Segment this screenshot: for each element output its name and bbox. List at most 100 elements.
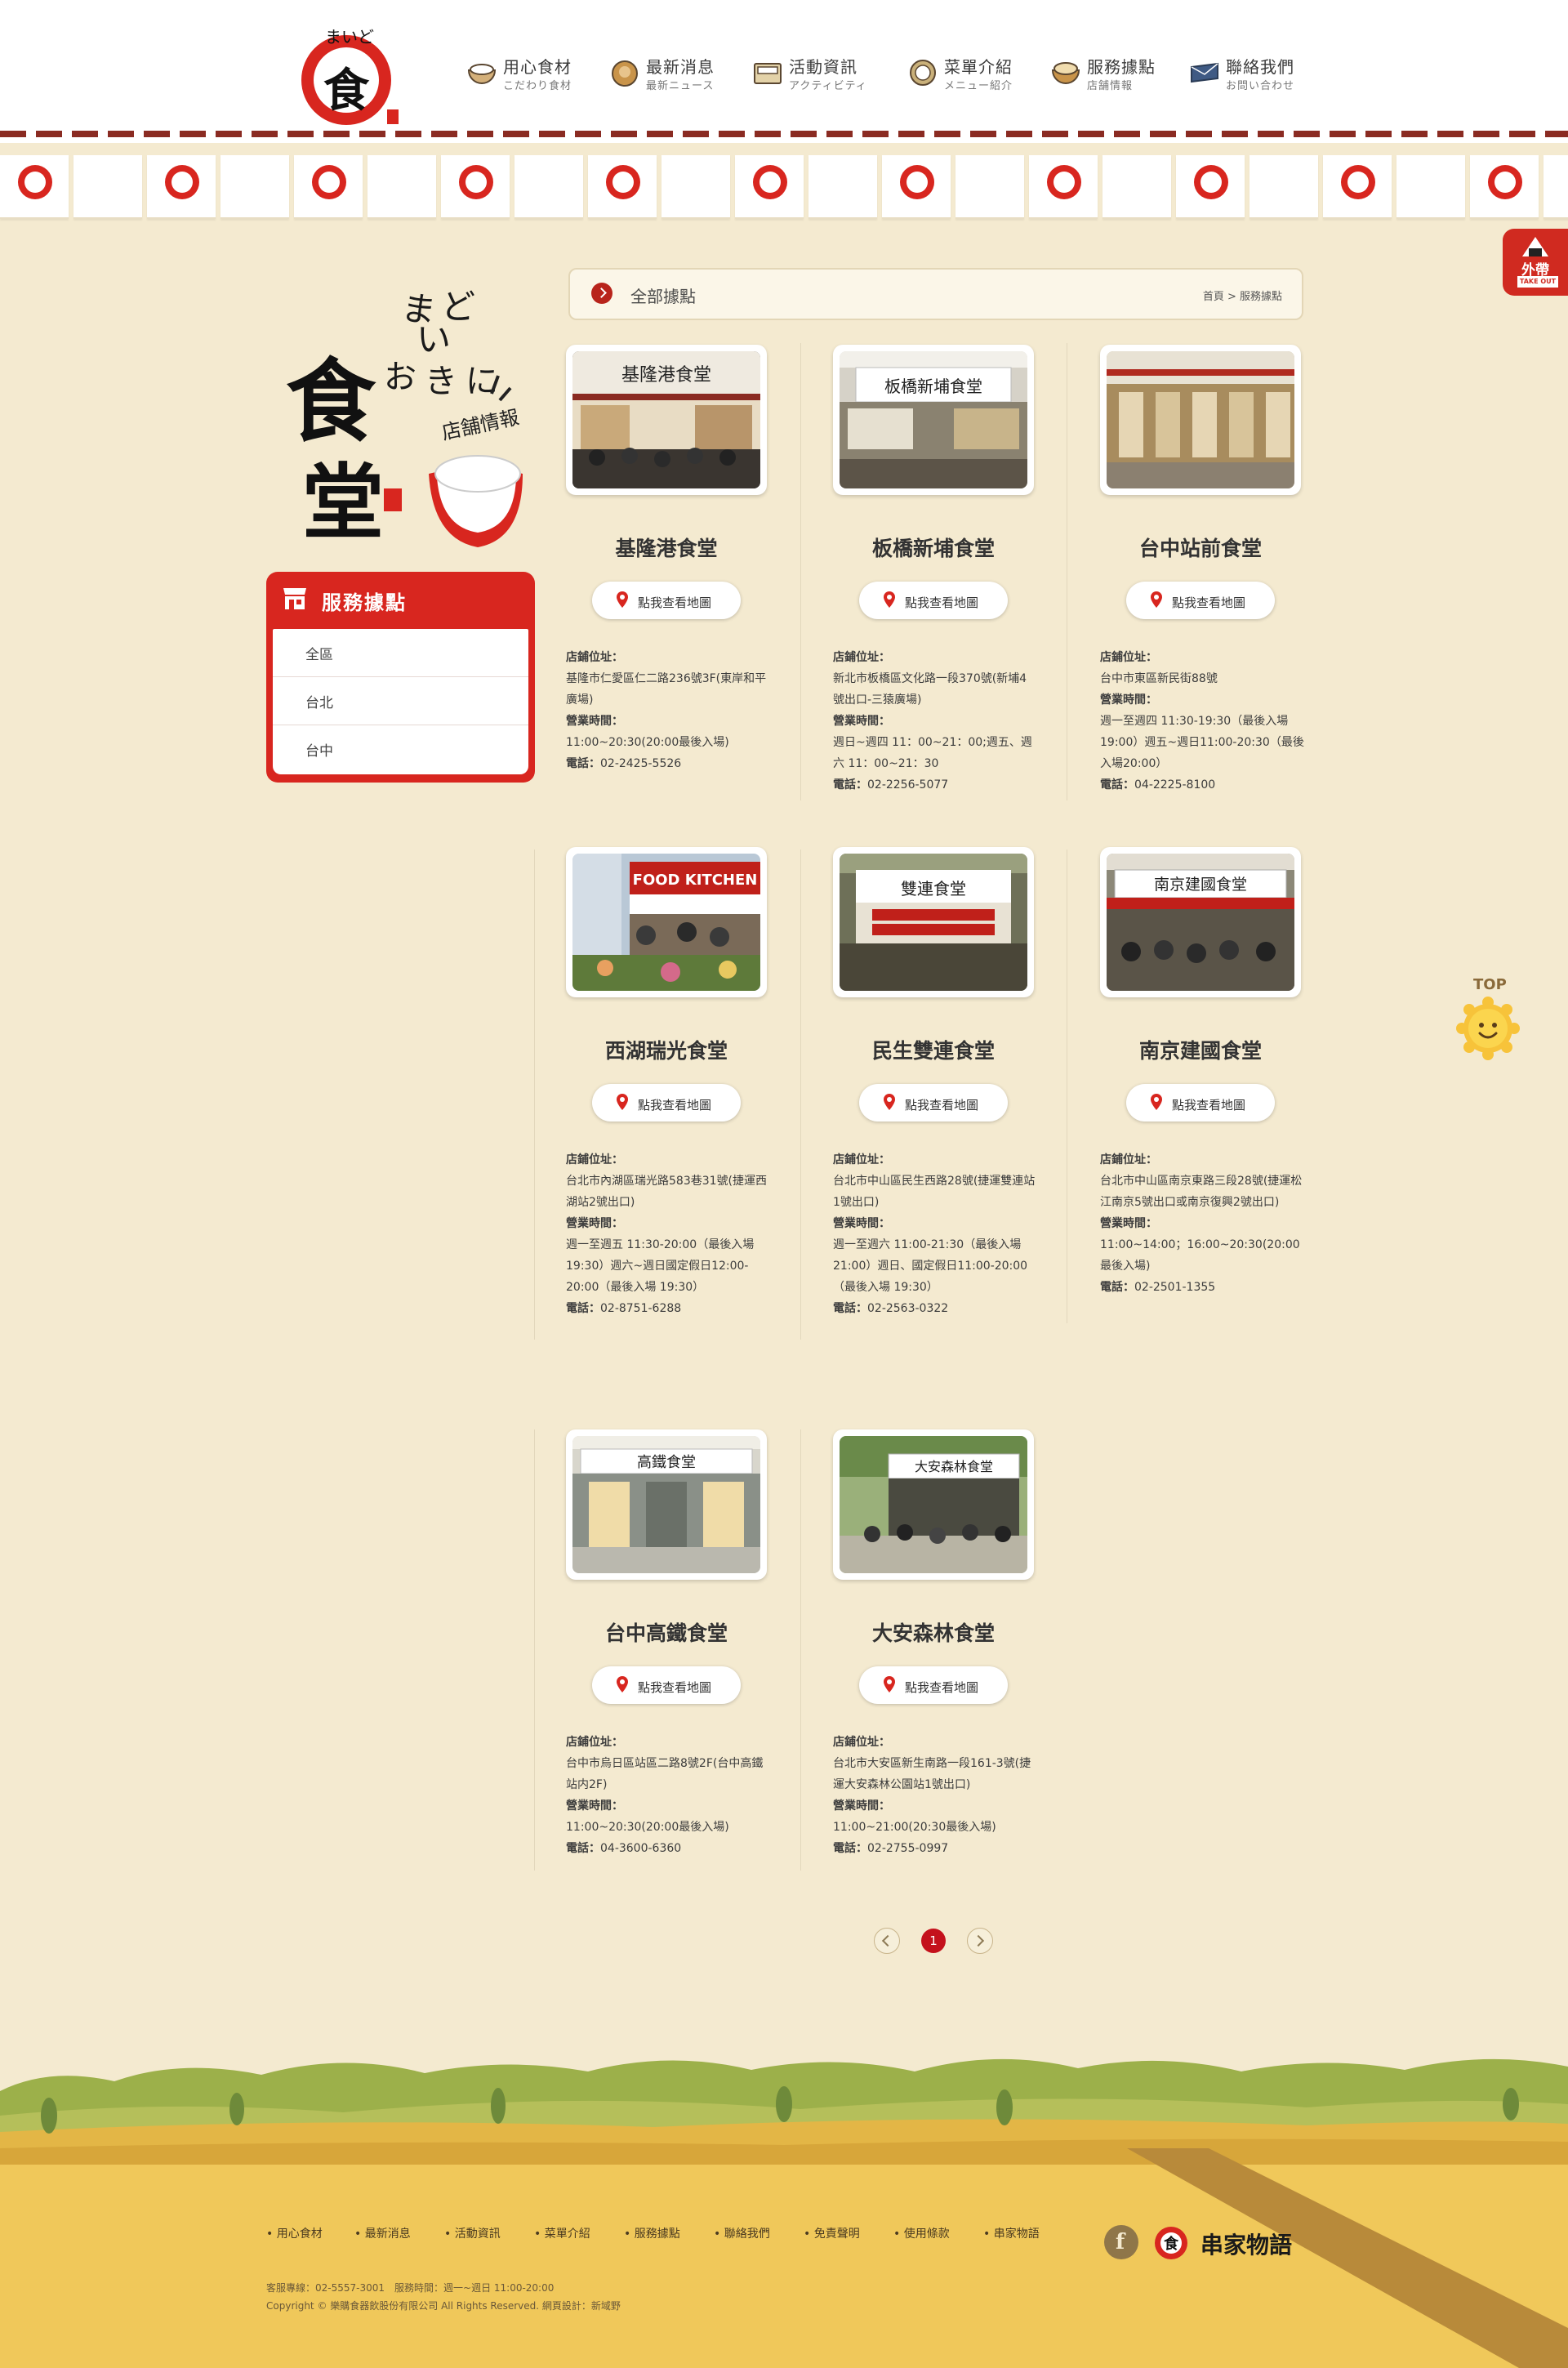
store-name: 大安森林食堂 (871, 1621, 995, 1645)
footer-link-ingredients[interactable]: 用心食材 (266, 2225, 323, 2241)
footer-link-activities[interactable]: 活動資訊 (444, 2225, 501, 2241)
svg-text:店舗情報: 店舗情報 (439, 406, 521, 444)
svg-text:南京建國食堂: 南京建國食堂 (1154, 876, 1247, 894)
view-map-button[interactable]: 點我查看地圖 (592, 582, 741, 619)
address-label: 店鋪位址： (833, 1736, 890, 1749)
noren-logo (1047, 165, 1081, 199)
back-to-top-button[interactable]: TOP (1450, 976, 1524, 1066)
store-photo[interactable]: 大安森林食堂 (833, 1429, 1034, 1580)
view-map-button[interactable]: 點我查看地圖 (1126, 582, 1275, 619)
nav-label: 活動資訊 (789, 57, 858, 77)
svg-text:FOOD KITCHEN: FOOD KITCHEN (633, 872, 758, 889)
store-tel: 04-2225-8100 (1134, 778, 1216, 792)
region-item-all[interactable]: 全區 (273, 629, 528, 677)
store-photo[interactable]: FOOD KITCHEN (566, 847, 767, 997)
footer-link-locations[interactable]: 服務據點 (624, 2225, 680, 2241)
view-map-button[interactable]: 點我查看地圖 (859, 1084, 1008, 1122)
donburi-icon (1051, 62, 1080, 84)
store-info-artwork: ま い ど お き に 食 堂 店舗情報 (286, 287, 523, 551)
menu-title: 服務據點 (322, 591, 407, 614)
svg-text:堂: 堂 (302, 454, 384, 551)
noren-banner (0, 155, 1568, 221)
next-page-button[interactable] (967, 1928, 993, 1954)
store-card: 雙連食堂 民生雙連食堂 點我查看地圖 店鋪位址： 台北市中山區民生西路28號(捷… (833, 847, 1078, 1370)
breadcrumb[interactable]: 首頁 > 服務據點 (1203, 288, 1282, 303)
onigiri-icon (1522, 237, 1548, 256)
takeout-button[interactable]: 外帶 TAKE OUT (1503, 229, 1568, 296)
store-name: 台中高鐵食堂 (604, 1621, 728, 1645)
map-button-label: 點我查看地圖 (1172, 1098, 1246, 1113)
chevron-left-icon (881, 1934, 894, 1947)
store-name: 板橋新埔食堂 (871, 537, 995, 560)
view-map-button[interactable]: 點我查看地圖 (859, 1666, 1008, 1704)
header-divider (0, 131, 1568, 137)
store-address: 台中市東區新民街88號 (1100, 672, 1218, 685)
noren-logo (1341, 165, 1375, 199)
view-map-button[interactable]: 點我查看地圖 (1126, 1084, 1275, 1122)
map-pin-icon (617, 591, 628, 608)
map-button-label: 點我查看地圖 (905, 1098, 979, 1113)
store-info: 店鋪位址： 基隆市仁愛區仁二路236號3F(東岸和平廣場) 營業時間： 11:0… (566, 647, 770, 774)
store-card: 板橋新埔食堂 板橋新埔食堂 點我查看地圖 店鋪位址： 新北市板橋區文化路一段37… (833, 345, 1078, 867)
view-map-button[interactable]: 點我查看地圖 (592, 1666, 741, 1704)
store-photo[interactable]: 雙連食堂 (833, 847, 1034, 997)
store-photo[interactable]: 高鐵食堂 (566, 1429, 767, 1580)
noren-logo (606, 165, 640, 199)
region-item-taichung[interactable]: 台中 (273, 725, 528, 773)
store-address: 台北市大安區新生南路一段161-3號(捷運大安森林公園站1號出口) (833, 1757, 1031, 1791)
svg-text:雙連食堂: 雙連食堂 (901, 879, 966, 899)
store-photo[interactable]: 板橋新埔食堂 (833, 345, 1034, 495)
tel-label: 電話： (833, 1842, 867, 1855)
page-number-current[interactable]: 1 (921, 1929, 946, 1953)
footer-link-contact[interactable]: 聯絡我們 (714, 2225, 770, 2241)
region-label: 台北 (305, 695, 333, 711)
region-list: 全區 台北 台中 (273, 629, 528, 774)
store-photo[interactable]: 基隆港食堂 (566, 345, 767, 495)
noren-logo (900, 165, 934, 199)
box-icon (754, 63, 782, 84)
footer-link-terms[interactable]: 使用條款 (893, 2225, 950, 2241)
rice-bowl-icon (467, 64, 497, 84)
map-pin-icon (617, 1094, 628, 1110)
chevron-right-icon (591, 283, 612, 304)
noren-logo (753, 165, 787, 199)
map-pin-icon (1151, 1094, 1162, 1110)
tel-label: 電話： (566, 1842, 600, 1855)
footer-link-news[interactable]: 最新消息 (354, 2225, 411, 2241)
top-label: TOP (1473, 976, 1507, 993)
store-info: 店鋪位址： 台北市大安區新生南路一段161-3號(捷運大安森林公園站1號出口) … (833, 1732, 1037, 1859)
tel-label: 電話： (1100, 778, 1134, 792)
column-divider (534, 1429, 535, 1871)
store-hours: 週日~週四 11：00~21：00;週五、週六 11：00~21：30 (833, 736, 1032, 770)
copyright: Copyright © 樂購食器飲股份有限公司 All Rights Reser… (266, 2300, 621, 2312)
store-card: 台中站前食堂 點我查看地圖 店鋪位址： 台中市東區新民街88號 營業時間： 週一… (1100, 345, 1345, 867)
sun-icon (1456, 997, 1520, 1060)
store-tel: 02-2755-0997 (867, 1842, 949, 1855)
facebook-icon[interactable]: f (1104, 2225, 1138, 2259)
footer-link-menu[interactable]: 菜單介紹 (534, 2225, 590, 2241)
store-photo[interactable]: 南京建國食堂 (1100, 847, 1301, 997)
view-map-button[interactable]: 點我查看地圖 (859, 582, 1008, 619)
region-label: 全區 (305, 647, 333, 663)
brand-logo[interactable]: 食 まいど (296, 15, 402, 129)
tel-label: 電話： (833, 1302, 867, 1315)
footer-link-kushiya[interactable]: 串家物語 (983, 2225, 1040, 2241)
hours-label: 營業時間： (566, 1799, 623, 1813)
nav-sublabel: こだわり食材 (503, 80, 572, 92)
svg-text:き: き (425, 363, 457, 400)
kushiya-logo[interactable]: 串家物語 (1197, 2225, 1298, 2261)
map-pin-icon (1151, 591, 1162, 608)
address-label: 店鋪位址： (833, 1153, 890, 1166)
region-item-taipei[interactable]: 台北 (273, 677, 528, 725)
footer-link-disclaimer[interactable]: 免責聲明 (804, 2225, 860, 2241)
letter-icon (1191, 62, 1218, 83)
store-info: 店鋪位址： 台中市東區新民街88號 營業時間： 週一至週四 11:30-19:3… (1100, 647, 1304, 796)
pagination: 1 (874, 1928, 1004, 1955)
store-photo[interactable] (1100, 345, 1301, 495)
svg-text:高鐵食堂: 高鐵食堂 (637, 1454, 696, 1471)
footer-brand-logo[interactable]: 食 (1152, 2220, 1191, 2263)
prev-page-button[interactable] (874, 1928, 900, 1954)
view-map-button[interactable]: 點我查看地圖 (592, 1084, 741, 1122)
tel-label: 電話： (566, 1302, 600, 1315)
store-card: FOOD KITCHEN 西湖瑞光食堂 點我查看地圖 店鋪位址： 台北市內湖區瑞… (566, 847, 811, 1370)
